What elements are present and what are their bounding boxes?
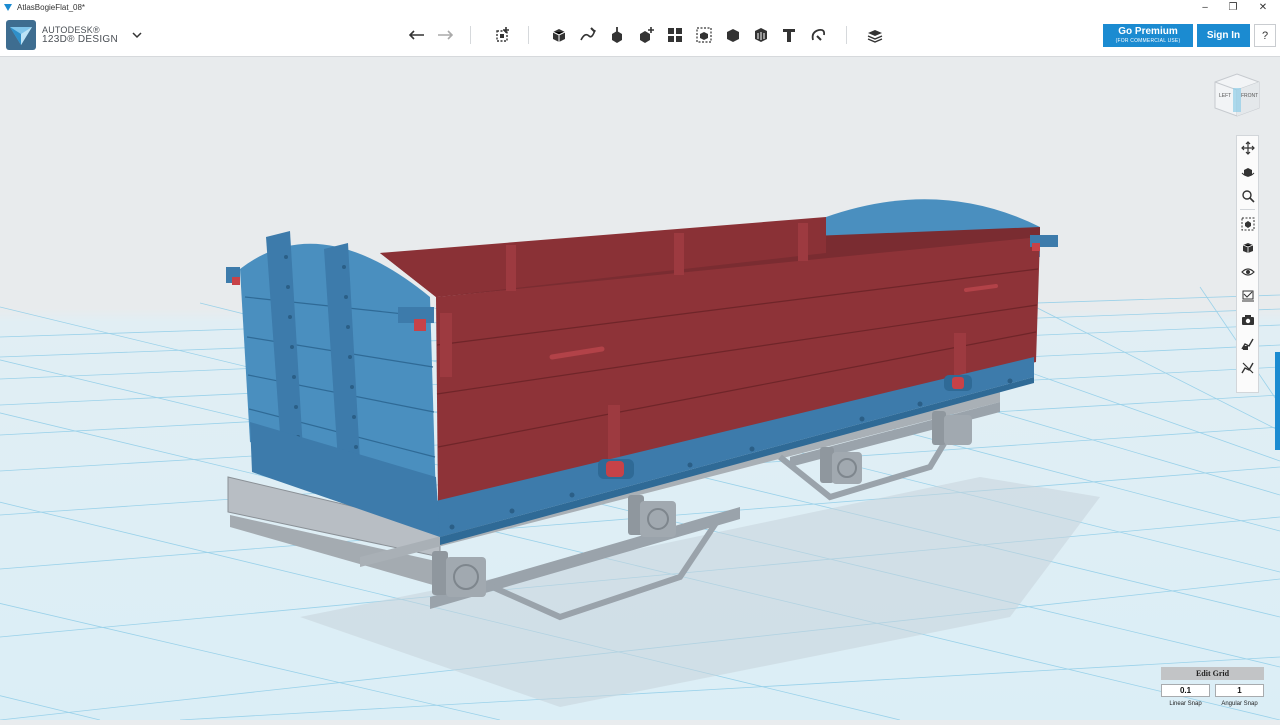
- visibility-icon: [1241, 268, 1255, 276]
- brand-name: AUTODESK® 123D® DESIGN: [42, 25, 118, 45]
- premium-label: Go Premium: [1118, 26, 1178, 37]
- transform-icon: [496, 27, 509, 42]
- visibility-button[interactable]: [1239, 263, 1257, 281]
- text-icon: [783, 29, 795, 42]
- scene-canvas: [0, 57, 1280, 721]
- 3d-viewport[interactable]: LEFT FRONT: [0, 57, 1280, 721]
- pan-button[interactable]: [1239, 139, 1257, 157]
- modify-icon: [640, 27, 654, 43]
- sign-in-button[interactable]: Sign In: [1197, 24, 1250, 47]
- go-premium-button[interactable]: Go Premium (FOR COMMERCIAL USE): [1103, 24, 1193, 47]
- modify-button[interactable]: [635, 24, 657, 46]
- text-button[interactable]: [778, 24, 800, 46]
- transform-button[interactable]: [492, 24, 514, 46]
- orbit-button[interactable]: [1239, 163, 1257, 181]
- screenshot-button[interactable]: [1239, 311, 1257, 329]
- maximize-button[interactable]: ❐: [1218, 0, 1248, 14]
- materials-outline-button[interactable]: [1239, 287, 1257, 305]
- materials-outline-icon: [1242, 290, 1254, 302]
- materials-button[interactable]: [864, 24, 886, 46]
- grid-settings-panel: Edit Grid 0.1 1 Linear Snap Angular Snap: [1161, 667, 1264, 713]
- view-icon: [1242, 243, 1254, 253]
- linear-snap-field[interactable]: 0.1: [1161, 684, 1210, 697]
- view-button[interactable]: [1239, 239, 1257, 257]
- construct-button[interactable]: [606, 24, 628, 46]
- screenshot-icon: [1242, 315, 1254, 325]
- construct-icon: [612, 27, 622, 43]
- sketch-icon: [580, 27, 596, 41]
- combine-icon: [727, 29, 739, 42]
- sketch-hide-icon: [1241, 362, 1254, 374]
- angular-snap-field[interactable]: 1: [1215, 684, 1264, 697]
- primitives-button[interactable]: [548, 24, 570, 46]
- toolbar-divider: [846, 26, 847, 44]
- grouping-button[interactable]: [693, 24, 715, 46]
- orbit-icon: [1241, 168, 1255, 177]
- help-button[interactable]: ?: [1254, 24, 1276, 47]
- edit-grid-button[interactable]: Edit Grid: [1161, 667, 1264, 680]
- zoom-icon: [1242, 190, 1255, 203]
- pattern-icon: [668, 28, 682, 42]
- fit-button[interactable]: [1239, 215, 1257, 233]
- primitives-icon: [552, 29, 566, 42]
- viewcube-front-face[interactable]: FRONT: [1241, 93, 1258, 99]
- pan-icon: [1241, 141, 1255, 155]
- redo-icon: [438, 30, 453, 40]
- measure-icon: [755, 28, 767, 42]
- undo-icon: [409, 30, 424, 40]
- toolbar-divider: [470, 26, 471, 44]
- materials-icon: [867, 30, 883, 43]
- app-logo[interactable]: [6, 20, 36, 50]
- undo-button[interactable]: [406, 24, 428, 46]
- viewcube-left-face[interactable]: LEFT: [1219, 93, 1231, 99]
- view-cube[interactable]: LEFT FRONT: [1212, 70, 1262, 118]
- chevron-down-icon: [132, 32, 142, 39]
- linear-snap-label: Linear Snap: [1169, 701, 1202, 707]
- main-toolbar: AUTODESK® 123D® DESIGN Go Premium (FOR C…: [0, 14, 1280, 57]
- navigation-bar: [1236, 135, 1259, 393]
- close-button[interactable]: ✕: [1248, 0, 1278, 14]
- toolbar-divider: [528, 26, 529, 44]
- navbar-divider: [1240, 209, 1255, 210]
- pattern-button[interactable]: [664, 24, 686, 46]
- redo-button[interactable]: [434, 24, 456, 46]
- angular-snap-label: Angular Snap: [1221, 701, 1258, 707]
- zoom-button[interactable]: [1239, 187, 1257, 205]
- minimize-button[interactable]: ‒: [1190, 0, 1220, 14]
- fit-icon: [1241, 217, 1255, 231]
- grouping-icon: [696, 27, 712, 43]
- sketch-visible-button[interactable]: [1239, 335, 1257, 353]
- brand-line2: 123D® DESIGN: [42, 34, 118, 45]
- sketch-hide-button[interactable]: [1239, 359, 1257, 377]
- app-logo-icon: [4, 4, 12, 11]
- window-title: AtlasBogieFlat_08*: [17, 2, 86, 12]
- measure-button[interactable]: [750, 24, 772, 46]
- window-titlebar: AtlasBogieFlat_08*: [0, 0, 1280, 14]
- side-panel-toggle[interactable]: [1275, 352, 1280, 450]
- snap-button[interactable]: [807, 24, 829, 46]
- snap-icon: [811, 28, 826, 41]
- premium-sublabel: (FOR COMMERCIAL USE): [1115, 38, 1181, 44]
- sketch-visible-icon: [1241, 338, 1254, 350]
- combine-button[interactable]: [722, 24, 744, 46]
- sketch-button[interactable]: [577, 24, 599, 46]
- app-menu-button[interactable]: [129, 27, 145, 43]
